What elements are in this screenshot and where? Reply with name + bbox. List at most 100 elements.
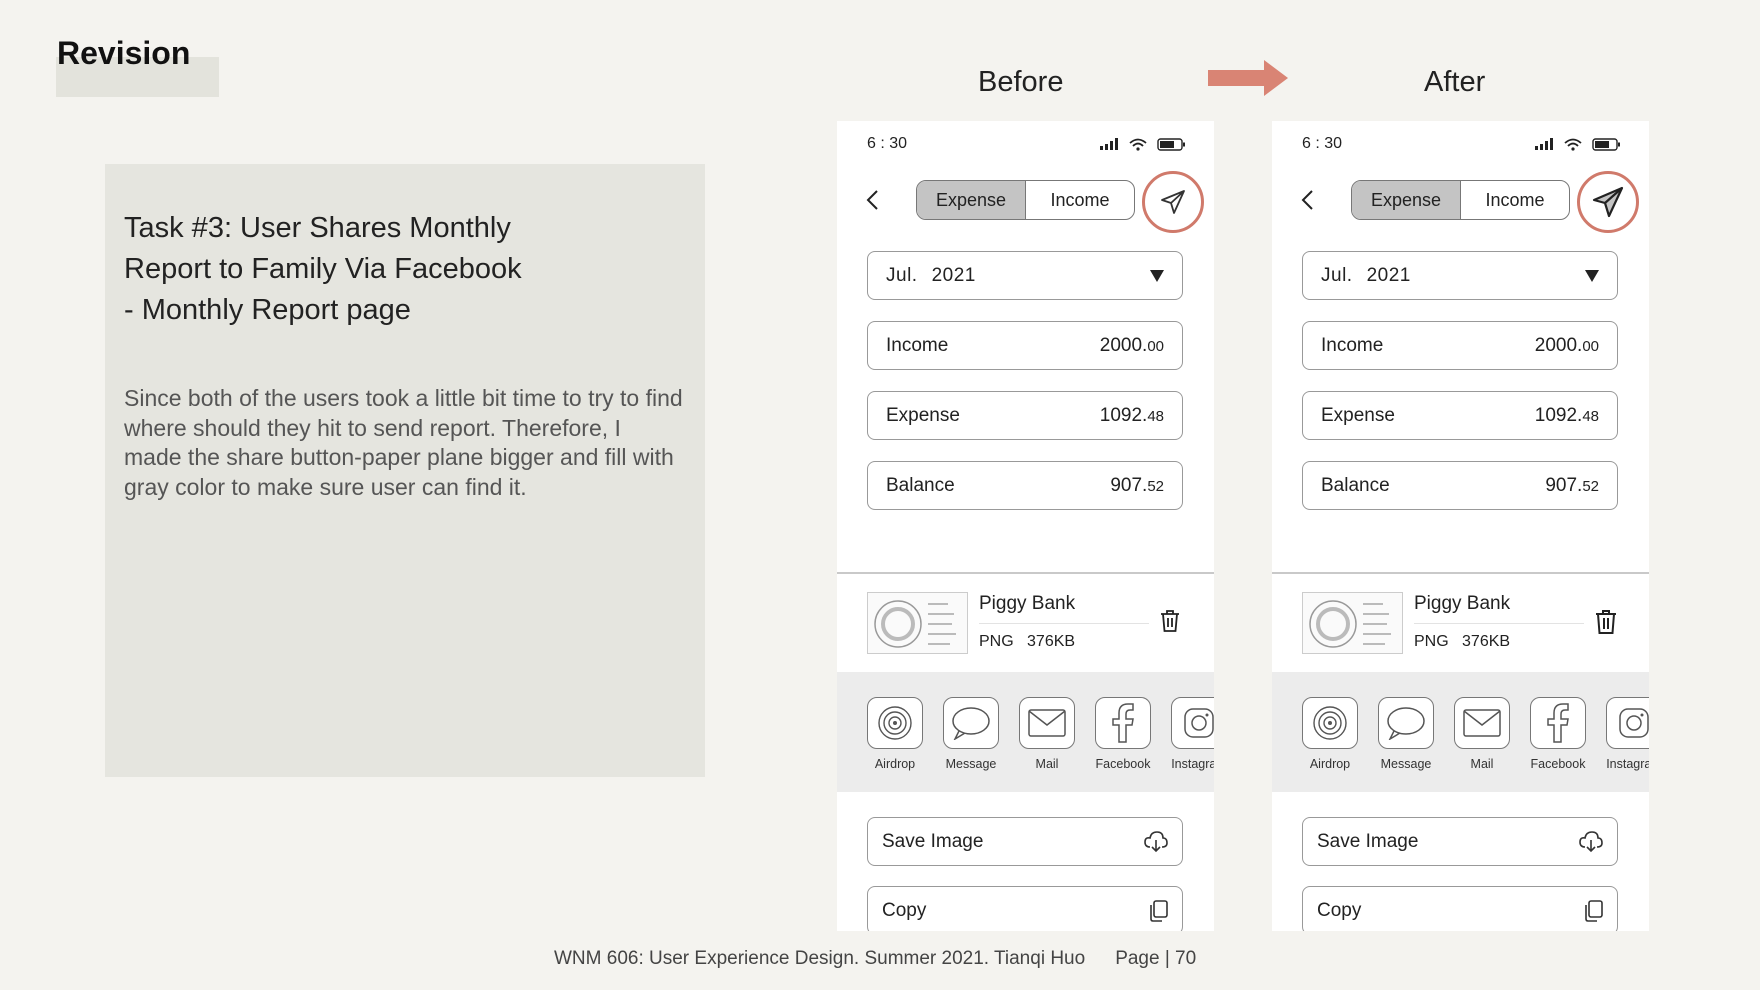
mail-icon — [1463, 709, 1501, 737]
balance-amount: 907. — [1110, 474, 1148, 496]
task-heading-line: Report to Family Via Facebook — [124, 253, 522, 285]
year-value: 2021 — [1366, 264, 1411, 286]
balance-label: Balance — [886, 474, 955, 496]
share-app-label: Mail — [1035, 757, 1059, 771]
income-amount: 2000. — [1099, 334, 1148, 356]
phone-after: 6 : 30 Expense Income Jul. 2021 Income 20… — [1272, 121, 1649, 931]
tab-expense[interactable]: Expense — [917, 181, 1026, 219]
share-app-label: Facebook — [1530, 757, 1586, 771]
task-heading: Task #3: User Shares Monthly Report to F… — [124, 208, 664, 331]
share-sheet: Airdrop Message Mail Facebook Instagram — [837, 672, 1214, 792]
instagram-icon — [1184, 708, 1214, 738]
share-app-label: Airdrop — [1309, 757, 1351, 771]
task-heading-line: Task #3: User Shares Monthly — [124, 212, 511, 244]
tab-income[interactable]: Income — [1026, 181, 1134, 219]
year-value: 2021 — [931, 264, 976, 286]
save-image-label: Save Image — [882, 830, 984, 852]
share-app-label: Airdrop — [874, 757, 916, 771]
after-label: After — [1424, 66, 1486, 98]
divider — [1414, 623, 1584, 624]
report-type-toggle: Expense Income — [1351, 180, 1570, 220]
mail-icon — [1028, 709, 1066, 737]
back-chevron-icon[interactable] — [1300, 189, 1314, 211]
task-panel: Task #3: User Shares Monthly Report to F… — [105, 164, 705, 777]
attachment-meta: PNG 376KB — [1414, 633, 1510, 651]
expense-label: Expense — [1321, 404, 1395, 426]
status-time: 6 : 30 — [1302, 135, 1343, 152]
copy-icon — [1585, 899, 1603, 922]
share-button[interactable] — [1142, 171, 1204, 233]
before-label: Before — [978, 66, 1064, 98]
attachment-thumbnail — [1302, 592, 1403, 654]
task-heading-line: - Monthly Report page — [124, 294, 411, 326]
cloud-download-icon — [1144, 830, 1168, 852]
share-mail[interactable]: Mail — [1009, 697, 1085, 771]
share-airdrop[interactable]: Airdrop — [857, 697, 933, 771]
income-label: Income — [886, 334, 949, 356]
arrow-right-icon — [1208, 60, 1288, 96]
tab-expense[interactable]: Expense — [1352, 181, 1461, 219]
trash-icon[interactable] — [1595, 609, 1617, 635]
expense-row: Expense 1092.48 — [1302, 391, 1618, 440]
attachment-name: Piggy Bank — [1414, 593, 1511, 614]
airdrop-icon — [878, 706, 912, 740]
share-message[interactable]: Message — [1368, 697, 1444, 771]
message-icon — [1387, 707, 1425, 740]
copy-button[interactable]: Copy — [1302, 886, 1618, 931]
page-number: Page | 70 — [1115, 948, 1197, 969]
attachment-name: Piggy Bank — [979, 593, 1076, 614]
share-facebook[interactable]: Facebook — [1085, 697, 1161, 771]
share-app-label: Mail — [1470, 757, 1494, 771]
income-cents: 00 — [1147, 337, 1164, 355]
copy-icon — [1150, 899, 1168, 922]
balance-row: Balance 907.52 — [1302, 461, 1618, 510]
income-amount: 2000. — [1534, 334, 1583, 356]
back-chevron-icon[interactable] — [865, 189, 879, 211]
share-mail[interactable]: Mail — [1444, 697, 1520, 771]
divider — [979, 623, 1149, 624]
share-airdrop[interactable]: Airdrop — [1292, 697, 1368, 771]
phone-before: 6 : 30 Expense Income Jul. 2021 Income 20… — [837, 121, 1214, 931]
share-button[interactable] — [1577, 171, 1639, 233]
expense-amount: 1092. — [1099, 404, 1148, 426]
balance-label: Balance — [1321, 474, 1390, 496]
share-instagram[interactable]: Instagram — [1161, 697, 1214, 771]
paper-plane-icon — [1161, 190, 1185, 214]
save-image-button[interactable]: Save Image — [867, 817, 1183, 866]
slide-footer: WNM 606: User Experience Design. Summer … — [554, 948, 1196, 970]
share-facebook[interactable]: Facebook — [1520, 697, 1596, 771]
status-time: 6 : 30 — [867, 135, 908, 152]
month-dropdown[interactable]: Jul. 2021 — [1302, 251, 1618, 300]
share-app-label: Message — [945, 757, 997, 771]
share-message[interactable]: Message — [933, 697, 1009, 771]
divider — [837, 572, 1214, 574]
balance-row: Balance 907.52 — [867, 461, 1183, 510]
facebook-icon — [1112, 703, 1134, 743]
share-sheet: Airdrop Message Mail Facebook Instagram — [1272, 672, 1649, 792]
save-image-button[interactable]: Save Image — [1302, 817, 1618, 866]
caret-down-icon — [1150, 269, 1164, 282]
share-app-label: Message — [1380, 757, 1432, 771]
month-dropdown[interactable]: Jul. 2021 — [867, 251, 1183, 300]
expense-amount: 1092. — [1534, 404, 1583, 426]
divider — [1272, 572, 1649, 574]
expense-cents: 48 — [1582, 407, 1599, 425]
caret-down-icon — [1585, 269, 1599, 282]
expense-cents: 48 — [1147, 407, 1164, 425]
tab-income[interactable]: Income — [1461, 181, 1569, 219]
task-description: Since both of the users took a little bi… — [124, 385, 683, 500]
copy-button[interactable]: Copy — [867, 886, 1183, 931]
attachment-size: 376KB — [1462, 633, 1511, 650]
message-icon — [952, 707, 990, 740]
status-bar-icons — [1100, 138, 1185, 151]
share-instagram[interactable]: Instagram — [1596, 697, 1649, 771]
month-value: Jul. — [1321, 264, 1353, 286]
trash-icon[interactable] — [1160, 609, 1180, 633]
attachment-type: PNG — [1414, 633, 1449, 650]
instagram-icon — [1619, 708, 1649, 738]
attachment-thumbnail — [867, 592, 968, 654]
balance-amount: 907. — [1545, 474, 1583, 496]
paper-plane-icon — [1592, 186, 1624, 218]
income-cents: 00 — [1582, 337, 1599, 355]
attachment-type: PNG — [979, 633, 1014, 650]
